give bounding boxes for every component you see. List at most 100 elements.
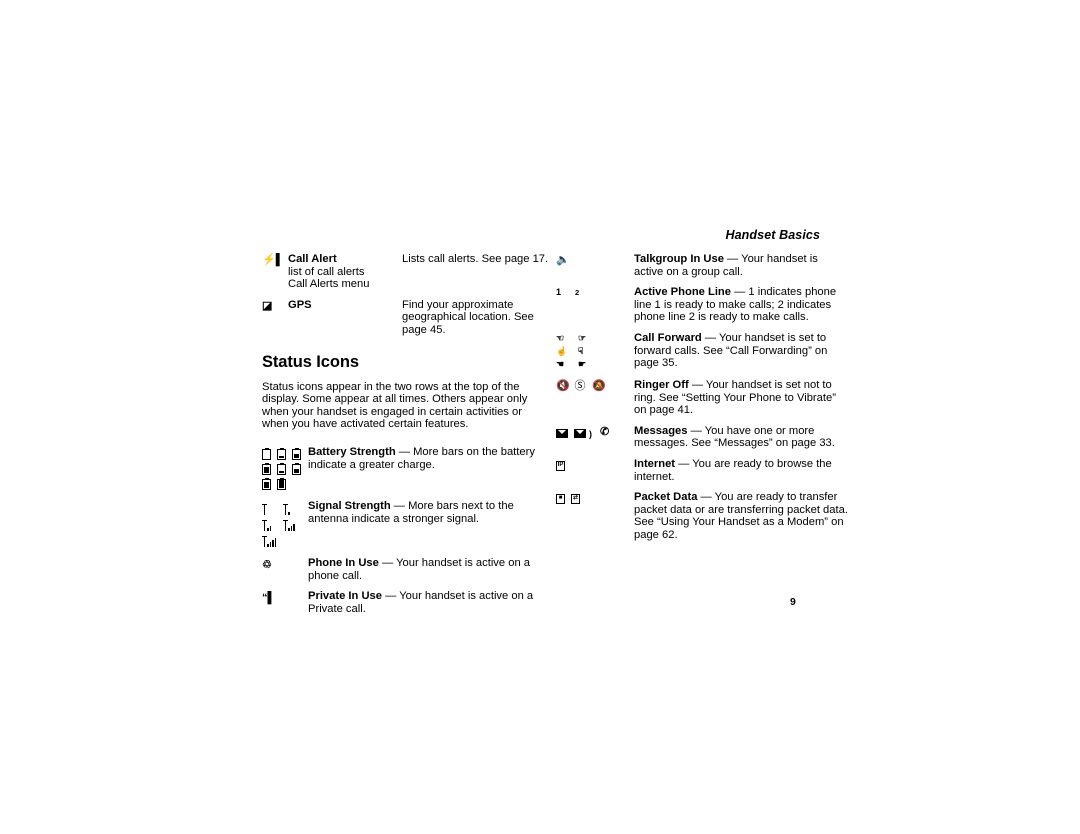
- gps-term: GPS: [288, 299, 402, 312]
- entry-messages: ) ✆ Messages — You have one or more mess…: [556, 425, 848, 450]
- phone-in-use-label: Phone In Use: [308, 556, 379, 569]
- call-alert-term-line-3: Call Alerts menu: [288, 278, 370, 291]
- battery-icon-charging-2: [292, 462, 301, 475]
- phone-in-use-icon-group: ♲: [262, 557, 308, 573]
- entry-ringer-off: 🔇 Ⓢ 🔕 Ringer Off — Your handset is set n…: [556, 379, 848, 417]
- battery-strength-dash: —: [398, 445, 410, 458]
- call-forward-icon-3: ☝: [556, 345, 567, 356]
- internet-text: Internet — You are ready to browse the i…: [634, 458, 848, 483]
- left-column: ⚡▌ Call Alert list of call alerts Call A…: [261, 253, 554, 623]
- entry-active-phone-line: 1 2 Active Phone Line — 1 indicates phon…: [556, 286, 848, 324]
- signal-strength-label: Signal Strength: [308, 499, 391, 512]
- battery-icon-full: [277, 477, 286, 490]
- ringer-off-label: Ringer Off: [634, 378, 689, 391]
- call-forward-dash: —: [704, 331, 717, 344]
- entry-phone-in-use: ♲ Phone In Use — Your handset is active …: [262, 557, 554, 582]
- talkgroup-in-use-dash: —: [727, 253, 739, 265]
- phone-line-2-icon: 2: [575, 288, 580, 298]
- packet-data-label: Packet Data: [634, 491, 698, 504]
- phone-in-use-text: Phone In Use — Your handset is active on…: [308, 557, 554, 582]
- internet-label: Internet: [634, 457, 676, 470]
- battery-icon-charging-1: [277, 462, 286, 475]
- entry-battery-strength: Battery Strength — More bars on the batt…: [262, 446, 554, 492]
- gps-icon-group: ◪: [262, 299, 288, 318]
- messages-dash: —: [690, 424, 702, 437]
- battery-strength-label: Battery Strength: [308, 445, 396, 458]
- entry-talkgroup-in-use: 🔈 Talkgroup In Use — Your handset is act…: [556, 253, 848, 278]
- private-in-use-label: Private In Use: [308, 590, 382, 603]
- talkgroup-in-use-icon-group: 🔈: [556, 253, 634, 268]
- packet-data-ready-icon: ■: [556, 494, 565, 505]
- gps-icon: ◪: [262, 299, 273, 312]
- call-forward-icon-5: ☚: [556, 358, 564, 369]
- talkgroup-in-use-icon: 🔈: [556, 254, 570, 266]
- call-alert-description: Lists call alerts. See page 17.: [402, 253, 549, 265]
- call-forward-icon-6: ☛: [578, 358, 586, 369]
- call-alert-icon: ⚡▌: [262, 254, 284, 266]
- packet-data-icons: ■ ⇄: [556, 491, 634, 506]
- call-forward-text: Call Forward — Your handset is set to fo…: [634, 332, 848, 370]
- private-in-use-dash: —: [385, 590, 397, 603]
- call-alert-term-line-2: list of call alerts: [288, 265, 365, 278]
- signal-icon-level-0: [261, 502, 277, 515]
- entry-gps: ◪ GPS Find your approximate geographical…: [262, 299, 554, 337]
- entry-call-forward: ☜ ☞ ☝ ☟ ☚ ☛ Call Forward — Your handset …: [556, 332, 848, 371]
- entry-internet: IP Internet — You are ready to browse th…: [556, 458, 848, 483]
- active-phone-line-dash: —: [734, 286, 746, 299]
- messages-icons: ) ✆: [556, 425, 634, 440]
- entry-signal-strength: Signal Strength — More bars next to the …: [261, 500, 554, 549]
- entry-private-in-use: “▌ Private In Use — Your handset is acti…: [262, 590, 554, 615]
- entry-call-alert: ⚡▌ Call Alert list of call alerts Call A…: [262, 253, 554, 291]
- ringer-off-icons: 🔇 Ⓢ 🔕: [556, 379, 634, 394]
- gps-description: Find your approximate geographical locat…: [402, 298, 534, 336]
- section-heading-status-icons: Status Icons: [262, 352, 359, 371]
- messages-label: Messages: [634, 424, 688, 437]
- call-alert-term: Call Alert list of call alerts Call Aler…: [288, 253, 402, 291]
- talkgroup-in-use-text: Talkgroup In Use — Your handset is activ…: [634, 253, 848, 278]
- running-header: Handset Basics: [725, 228, 820, 242]
- call-forward-icon-grid: ☜ ☞ ☝ ☟ ☚ ☛: [556, 333, 634, 371]
- call-alert-term-name: Call Alert: [288, 253, 337, 265]
- call-alert-icon-group: ⚡▌: [262, 253, 288, 272]
- entry-packet-data: ■ ⇄ Packet Data — You are ready to trans…: [556, 491, 848, 541]
- signal-strength-text: Signal Strength — More bars next to the …: [308, 500, 554, 525]
- call-forward-icons: ☜ ☞ ☝ ☟ ☚ ☛: [556, 332, 634, 371]
- page-number: 9: [790, 596, 796, 608]
- signal-icon-level-3: [282, 518, 298, 531]
- signal-icon-level-4: [261, 534, 277, 547]
- phone-in-use-dash: —: [381, 556, 394, 569]
- battery-icon-level-3: [262, 462, 271, 475]
- ringer-off-dash: —: [691, 378, 703, 391]
- envelope-icon: [556, 428, 568, 438]
- battery-strength-icons: [262, 446, 308, 492]
- call-forward-icon-4: ☟: [578, 345, 583, 356]
- right-column: 🔈 Talkgroup In Use — Your handset is act…: [556, 253, 848, 550]
- active-phone-line-icons: 1 2: [556, 286, 634, 300]
- ringer-off-text: Ringer Off — Your handset is set not to …: [634, 379, 848, 417]
- private-in-use-icon-group: “▌: [262, 590, 308, 606]
- internet-dash: —: [678, 457, 690, 470]
- active-phone-line-text: Active Phone Line — 1 indicates phone li…: [634, 286, 848, 324]
- signal-strength-dash: —: [393, 499, 405, 512]
- internet-icon-group: IP: [556, 458, 634, 473]
- messages-text: Messages — You have one or more messages…: [634, 425, 848, 450]
- gps-term-name: GPS: [288, 298, 312, 311]
- signal-strength-icons: [261, 500, 308, 549]
- section-intro-text: Status icons appear in the two rows at t…: [262, 380, 528, 431]
- internet-icon: IP: [556, 460, 565, 471]
- call-forward-label: Call Forward: [634, 331, 702, 344]
- packet-data-dash: —: [700, 491, 712, 504]
- talkgroup-in-use-label: Talkgroup In Use: [634, 253, 724, 265]
- packet-data-text: Packet Data — You are ready to transfer …: [634, 491, 848, 541]
- battery-strength-text: Battery Strength — More bars on the batt…: [308, 446, 554, 471]
- packet-data-transfer-icon: ⇄: [571, 494, 580, 505]
- battery-icon-charging-3: [262, 477, 271, 490]
- phone-in-use-icon: ♲: [262, 558, 272, 571]
- signal-icon-level-1: [282, 502, 298, 515]
- speaker-mute-icon: 🔇: [556, 379, 570, 392]
- battery-icon-level-1: [277, 447, 286, 460]
- voicemail-icon: ✆: [600, 425, 610, 438]
- battery-icon-empty: [262, 447, 271, 460]
- call-forward-icon-1: ☜: [556, 332, 564, 343]
- private-in-use-text: Private In Use — Your handset is active …: [308, 590, 554, 615]
